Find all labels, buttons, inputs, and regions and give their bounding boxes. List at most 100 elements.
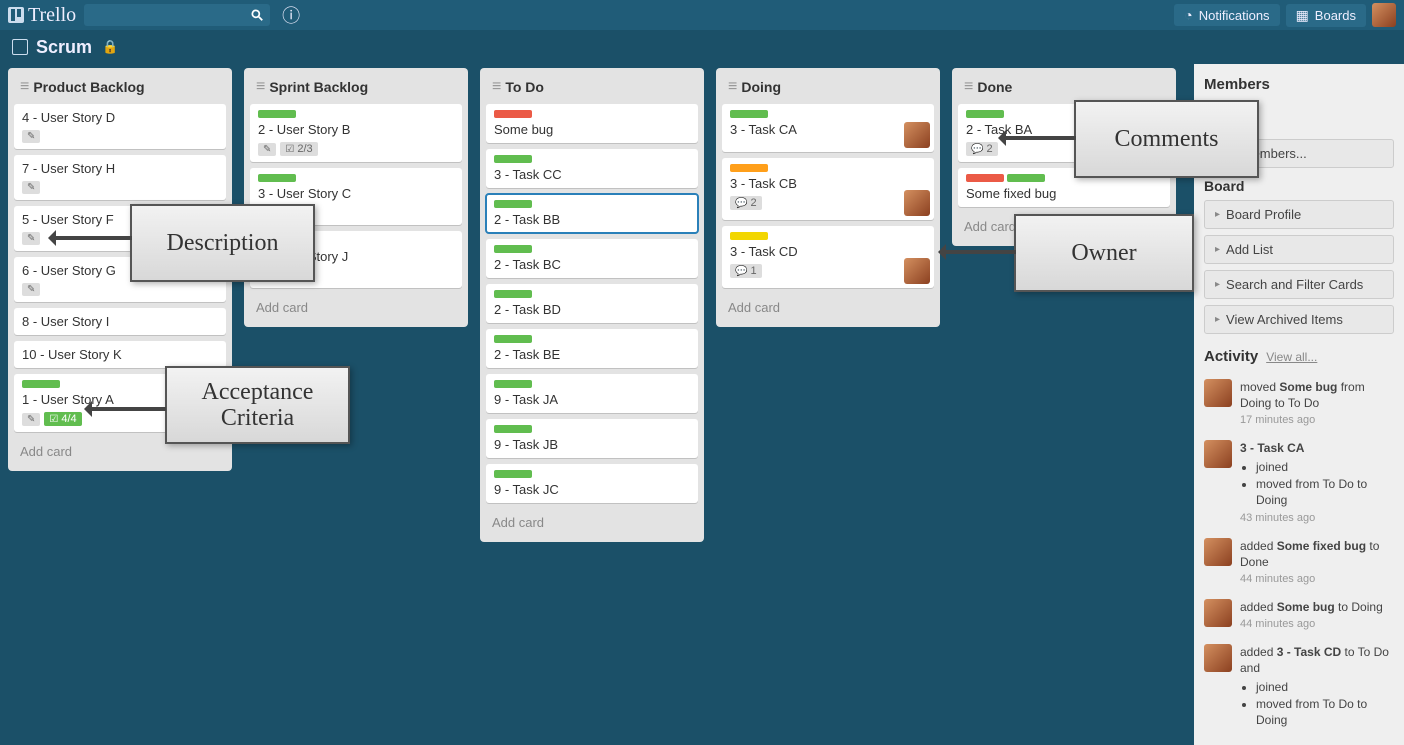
pencil-icon: ✎ — [27, 131, 35, 142]
board-icon: ▦ — [1296, 7, 1309, 24]
activity-time: 44 minutes ago — [1240, 617, 1383, 632]
add-card-button[interactable]: Add card — [486, 509, 698, 536]
list-header[interactable]: ≡Sprint Backlog — [250, 74, 462, 104]
card-title: 8 - User Story I — [22, 314, 218, 329]
arrow-icon — [50, 236, 132, 240]
annotation-acceptance: Acceptance Criteria — [165, 366, 350, 444]
logo[interactable]: Trello — [8, 4, 76, 27]
annotation-comments: Comments — [1074, 100, 1259, 178]
card[interactable]: 2 - Task BE — [486, 329, 698, 368]
card[interactable]: 9 - Task JA — [486, 374, 698, 413]
list-header[interactable]: ≡Doing — [722, 74, 934, 104]
card-title: 7 - User Story H — [22, 161, 218, 176]
card[interactable]: 2 - Task BB — [486, 194, 698, 233]
card-title: 2 - Task BD — [494, 302, 690, 317]
list-header[interactable]: ≡Product Backlog — [14, 74, 226, 104]
activity-item: added 3 - Task CD to To Do andjoinedmove… — [1204, 644, 1394, 731]
boards-button[interactable]: ▦ Boards — [1286, 4, 1366, 27]
board-profile-link[interactable]: ▸Board Profile — [1204, 200, 1394, 229]
activity-list: moved Some bug from Doing to To Do17 min… — [1204, 379, 1394, 731]
card-title: 4 - User Story D — [22, 110, 218, 125]
card-title: Some bug — [494, 122, 690, 137]
caret-icon: ▸ — [1215, 244, 1220, 255]
card-title: 2 - Task BE — [494, 347, 690, 362]
activity-avatar[interactable] — [1204, 644, 1232, 672]
menu-icon[interactable]: ≡ — [728, 78, 737, 96]
card-label — [494, 470, 532, 478]
card-title: 9 - Task JC — [494, 482, 690, 497]
card-member-avatar[interactable] — [904, 258, 930, 284]
card-label — [966, 174, 1004, 182]
card-badges: ✎ — [22, 130, 218, 143]
logo-text: Trello — [28, 4, 76, 27]
add-card-button[interactable]: Add card — [722, 294, 934, 321]
card[interactable]: 3 - Task CC — [486, 149, 698, 188]
notifications-button[interactable]: ◔ Notifications — [1174, 4, 1279, 26]
card-badges: 💬2 — [730, 196, 926, 210]
description-badge: ✎ — [22, 413, 40, 426]
card[interactable]: 3 - Task CA — [722, 104, 934, 152]
card[interactable]: 2 - Task BC — [486, 239, 698, 278]
info-icon[interactable]: ⓘ — [282, 2, 300, 28]
card[interactable]: 10 - User Story K — [14, 341, 226, 368]
card[interactable]: 2 - User Story B✎☑2/3 — [250, 104, 462, 162]
user-avatar[interactable] — [1372, 3, 1396, 27]
view-all-link[interactable]: View all... — [1266, 350, 1317, 364]
activity-avatar[interactable] — [1204, 599, 1232, 627]
search-input[interactable] — [84, 4, 244, 26]
list-header[interactable]: ≡To Do — [486, 74, 698, 104]
menu-icon[interactable]: ≡ — [256, 78, 265, 96]
add-list-link[interactable]: ▸Add List — [1204, 235, 1394, 264]
card[interactable]: 8 - User Story I — [14, 308, 226, 335]
card[interactable]: 9 - Task JB — [486, 419, 698, 458]
card-label — [494, 155, 532, 163]
card-label — [22, 380, 60, 388]
activity-item: added Some fixed bug to Done44 minutes a… — [1204, 538, 1394, 587]
card-label — [258, 110, 296, 118]
view-archived-link[interactable]: ▸View Archived Items — [1204, 305, 1394, 334]
activity-avatar[interactable] — [1204, 538, 1232, 566]
description-badge: ✎ — [22, 232, 40, 245]
search-button[interactable] — [244, 4, 270, 26]
card-label — [730, 164, 768, 172]
search-filter-link[interactable]: ▸Search and Filter Cards — [1204, 270, 1394, 299]
description-badge: ✎ — [22, 130, 40, 143]
menu-icon[interactable]: ≡ — [964, 78, 973, 96]
card-badges: 💬1 — [730, 264, 926, 278]
card[interactable]: 4 - User Story D ✎ — [14, 104, 226, 149]
pencil-icon: ✎ — [27, 284, 35, 295]
pencil-icon: ✎ — [27, 182, 35, 193]
add-card-button[interactable]: Add card — [250, 294, 462, 321]
board-section-label: Board — [1204, 178, 1394, 194]
list-title: Product Backlog — [33, 79, 144, 95]
comment-icon: 💬 — [735, 266, 747, 277]
activity-item: 3 - Task CAjoinedmoved from To Do to Doi… — [1204, 440, 1394, 526]
list: ≡Doing3 - Task CA 3 - Task CB💬23 - Task C… — [716, 68, 940, 327]
pencil-icon: ✎ — [263, 144, 271, 155]
card-member-avatar[interactable] — [904, 122, 930, 148]
description-badge: ✎ — [258, 143, 276, 156]
board-name[interactable]: Scrum — [36, 37, 92, 58]
menu-icon[interactable]: ≡ — [492, 78, 501, 96]
card-title: 3 - Task CC — [494, 167, 690, 182]
card-title: 2 - Task BC — [494, 257, 690, 272]
checklist-badge: ☑2/3 — [280, 142, 317, 156]
card-label — [258, 174, 296, 182]
description-badge: ✎ — [22, 181, 40, 194]
card[interactable]: 3 - Task CB💬2 — [722, 158, 934, 220]
clock-icon: ◔ — [1184, 7, 1192, 23]
card-member-avatar[interactable] — [904, 190, 930, 216]
card[interactable]: 7 - User Story H ✎ — [14, 155, 226, 200]
lock-icon[interactable]: 🔒 — [102, 39, 118, 55]
activity-avatar[interactable] — [1204, 440, 1232, 468]
card[interactable]: 9 - Task JC — [486, 464, 698, 503]
menu-icon[interactable]: ≡ — [20, 78, 29, 96]
card[interactable]: 2 - Task BD — [486, 284, 698, 323]
card[interactable]: 3 - Task CD💬1 — [722, 226, 934, 288]
card-label — [730, 232, 768, 240]
card-title: 9 - Task JB — [494, 437, 690, 452]
activity-time: 17 minutes ago — [1240, 413, 1394, 428]
comment-icon: 💬 — [735, 198, 747, 209]
card[interactable]: Some bug — [486, 104, 698, 143]
activity-avatar[interactable] — [1204, 379, 1232, 407]
